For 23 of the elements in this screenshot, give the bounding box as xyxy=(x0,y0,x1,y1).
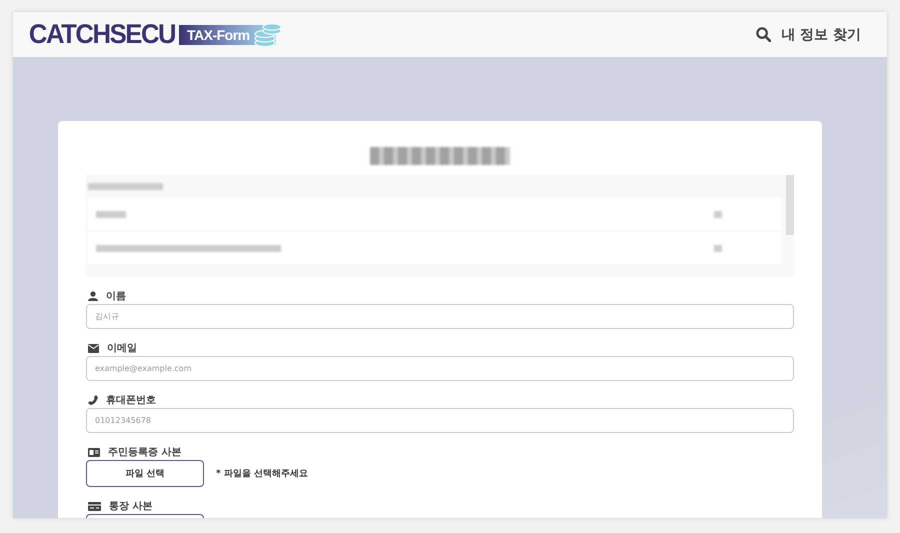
card-icon xyxy=(88,502,101,510)
envelope-icon xyxy=(88,344,99,352)
redacted-text xyxy=(96,210,126,218)
field-label: 주민등록증 사본 xyxy=(108,446,182,459)
file-hint-text: * 파일을 선택해주세요 xyxy=(216,468,308,480)
find-my-info-link[interactable]: 내 정보 찾기 xyxy=(756,26,861,44)
scrollbar xyxy=(786,175,794,235)
search-icon xyxy=(756,27,772,42)
field-label: 휴대폰번호 xyxy=(106,394,156,407)
text-input-field[interactable]: example@example.com xyxy=(86,356,794,381)
id-card-icon xyxy=(88,448,100,456)
field-label: 이메일 xyxy=(107,342,137,355)
text-input-field[interactable]: 김시규 xyxy=(86,304,794,329)
person-icon xyxy=(88,291,98,301)
redacted-text xyxy=(714,244,722,252)
logo-text: CATCHSECU xyxy=(28,19,176,50)
phone-icon xyxy=(88,395,98,405)
file-select-button[interactable]: 파일 선택 xyxy=(86,460,204,487)
field-label: 이름 xyxy=(106,290,126,303)
field-label: 통장 사본 xyxy=(109,500,152,513)
text-input-field[interactable]: 01012345678 xyxy=(86,408,794,433)
redacted-text xyxy=(714,210,722,218)
coins-icon xyxy=(254,22,282,46)
